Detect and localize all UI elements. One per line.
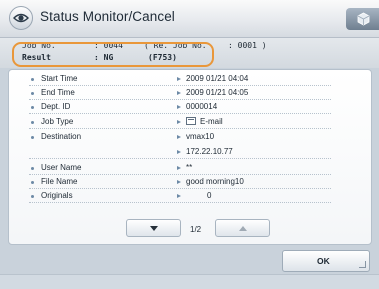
detail-row-destination-address: 172.22.10.77 <box>29 147 331 159</box>
mail-icon <box>186 117 196 125</box>
detail-row-job-type: Job Type E-mail <box>29 117 331 129</box>
page-indicator: 1/2 <box>190 225 202 234</box>
detail-row-originals: Originals 0 <box>29 191 331 203</box>
status-monitor-icon <box>9 6 33 30</box>
detail-value: vmax10 <box>186 132 215 141</box>
bullet-icon <box>31 195 34 198</box>
detail-value: good morning10 <box>186 177 244 186</box>
arrow-icon <box>177 91 181 95</box>
detail-row-user-name: User Name ** <box>29 163 331 175</box>
bullet-icon <box>31 167 34 170</box>
arrow-icon <box>177 135 181 139</box>
detail-value: ** <box>186 163 193 172</box>
detail-row-end-time: End Time 2009 01/21 04:05 <box>29 88 331 100</box>
chevron-down-icon <box>150 226 158 231</box>
detail-value: 2009 01/21 04:05 <box>186 88 249 97</box>
detail-value: 172.22.10.77 <box>186 147 233 156</box>
detail-row-dept-id: Dept. ID 0000014 <box>29 102 331 114</box>
result-highlight <box>12 42 214 67</box>
detail-label: Dept. ID <box>41 102 71 111</box>
detail-label: User Name <box>41 163 82 172</box>
page-down-button[interactable] <box>126 219 181 237</box>
chevron-up-icon <box>239 226 247 231</box>
related-job-value: : 0001 ) <box>228 41 267 50</box>
arrow-icon <box>177 194 181 198</box>
status-strip <box>0 274 379 289</box>
detail-label: Start Time <box>41 74 78 83</box>
arrow-icon <box>177 77 181 81</box>
bullet-icon <box>31 92 34 95</box>
ok-button[interactable]: OK <box>282 250 370 272</box>
ok-button-label: OK <box>317 256 330 266</box>
page-up-button[interactable] <box>215 219 270 237</box>
page-title: Status Monitor/Cancel <box>40 9 175 24</box>
detail-row-destination: Destination vmax10 <box>29 132 331 143</box>
detail-value: 2009 01/21 04:04 <box>186 74 249 83</box>
arrow-icon <box>177 105 181 109</box>
arrow-icon <box>177 166 181 170</box>
bullet-icon <box>31 106 34 109</box>
arrow-icon <box>177 180 181 184</box>
detail-label: Destination <box>41 132 82 141</box>
arrow-icon <box>177 150 181 154</box>
job-details-panel: Start Time 2009 01/21 04:04 End Time 200… <box>8 69 372 245</box>
detail-row-start-time: Start Time 2009 01/21 04:04 <box>29 74 331 86</box>
detail-value: E-mail <box>200 117 223 126</box>
detail-value: 0000014 <box>186 102 218 111</box>
bullet-icon <box>31 136 34 139</box>
detail-label: Originals <box>41 191 73 200</box>
detail-label: File Name <box>41 177 78 186</box>
bullet-icon <box>31 121 34 124</box>
detail-label: Job Type <box>41 117 74 126</box>
detail-row-file-name: File Name good morning10 <box>29 177 331 189</box>
system-monitor-button[interactable] <box>346 8 379 30</box>
detail-value: 0 <box>207 191 212 200</box>
bullet-icon <box>31 78 34 81</box>
resize-grip-icon <box>359 261 366 268</box>
detail-label: End Time <box>41 88 75 97</box>
bullet-icon <box>31 181 34 184</box>
arrow-icon <box>177 120 181 124</box>
title-bar: Status Monitor/Cancel <box>0 0 379 38</box>
